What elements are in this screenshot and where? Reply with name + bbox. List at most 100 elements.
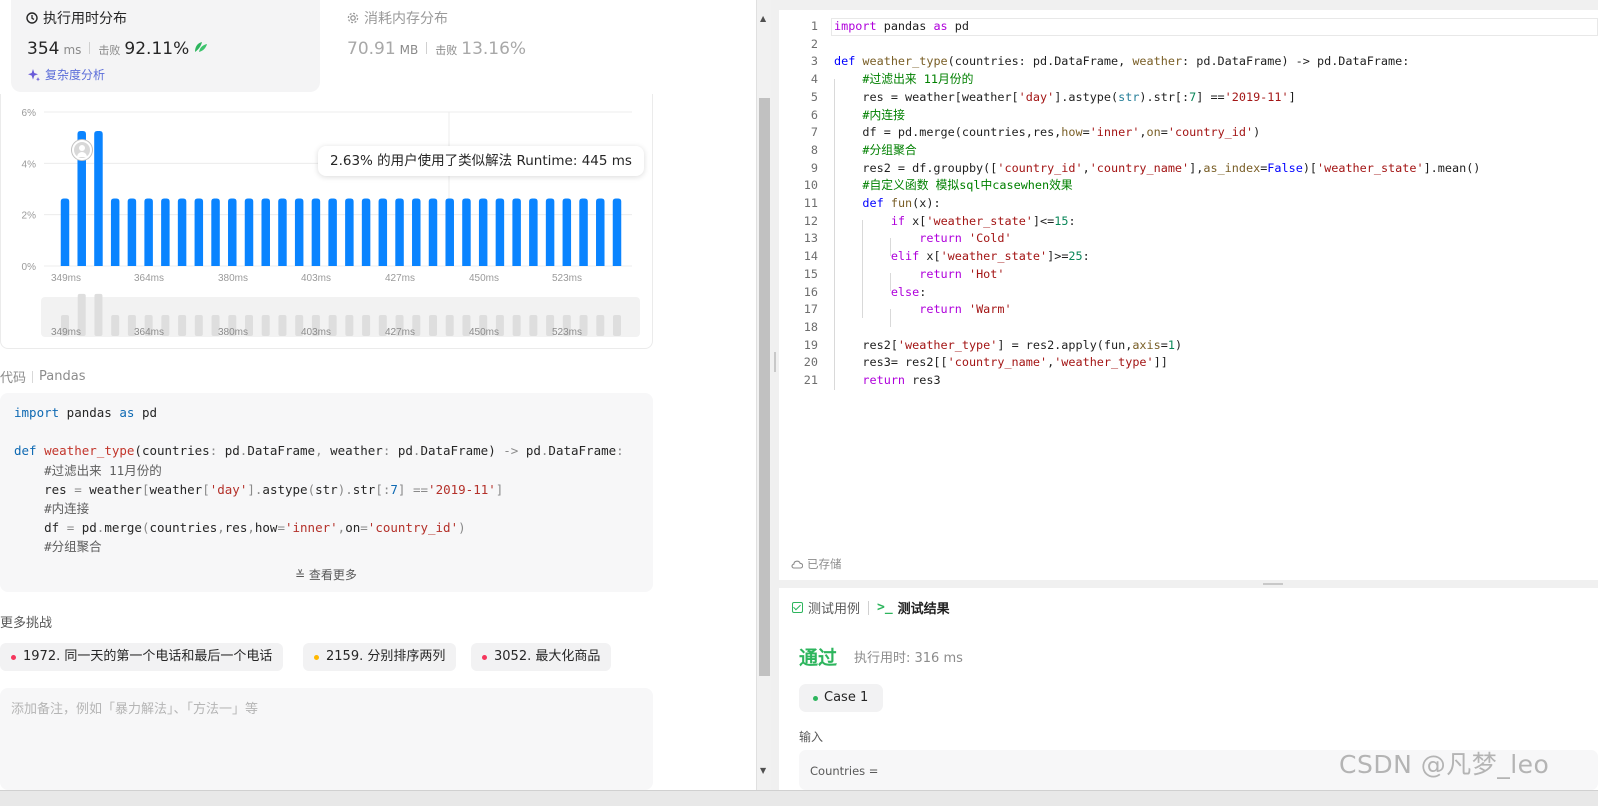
code-language: Pandas — [39, 369, 86, 384]
line-number: 5 — [810, 89, 818, 104]
code-token: 'weather_type' — [897, 337, 998, 352]
line-number: 6 — [810, 107, 818, 122]
editor-line[interactable]: 5 res = weather[weather['day'].astype(st… — [779, 89, 1598, 107]
histogram-bar — [228, 198, 237, 266]
editor-line[interactable]: 3 def weather_type(countries: pd.DataFram… — [779, 53, 1598, 71]
code-token: , — [217, 520, 225, 536]
scroll-down-icon[interactable]: ▼ — [760, 766, 766, 775]
user-avatar-marker — [72, 140, 92, 160]
code-editor[interactable]: 1 import pandas as pd 2 3 def weather_type(c… — [779, 10, 1598, 580]
code-token: res — [14, 481, 75, 497]
complexity-analysis-link[interactable]: 复杂度分析 — [27, 66, 105, 83]
challenge-label: 1972. 同一天的第一个电话和最后一个电话 — [23, 649, 273, 664]
editor-line[interactable]: 21 return res3 — [779, 372, 1598, 390]
code-token: df — [14, 520, 67, 536]
vertical-scrollbar[interactable]: ▲ ▼ — [756, 0, 771, 790]
pass-dot — [813, 695, 818, 701]
histogram-bar — [395, 198, 404, 266]
editor-line[interactable]: 4 #过滤出来 11月份的 — [779, 71, 1598, 89]
editor-line[interactable]: 1 import pandas as pd — [779, 18, 1598, 36]
editor-line[interactable]: 13 return 'Cold' — [779, 230, 1598, 248]
code-header-label: 代码 — [0, 371, 27, 386]
saved-status: 已存储 — [791, 556, 842, 572]
editor-line[interactable]: 9 res2 = df.groupby(['country_id','count… — [779, 160, 1598, 178]
code-token: = — [1082, 125, 1090, 140]
editor-line[interactable]: 8 #分组聚合 — [779, 142, 1598, 160]
memory-unit: MB — [399, 43, 419, 57]
editor-line[interactable]: 11 def fun(x): — [779, 195, 1598, 213]
code-token: 1 — [1167, 337, 1175, 352]
challenge-chip[interactable]: 1972. 同一天的第一个电话和最后一个电话 — [0, 643, 284, 671]
editor-line[interactable]: 2 — [779, 36, 1598, 54]
tab-testcases[interactable]: 测试用例 — [792, 598, 860, 617]
memory-title[interactable]: 消耗内存分布 — [347, 8, 448, 28]
window-bottom-bar — [0, 790, 1598, 806]
challenge-chip[interactable]: 3052. 最大化商品 — [471, 643, 612, 671]
code-line: import pandas as pd — [14, 403, 624, 422]
divider — [89, 42, 91, 54]
histogram-bar — [127, 198, 137, 266]
scrollbar-thumb[interactable] — [759, 98, 770, 676]
code-token: pd — [217, 443, 240, 459]
code-token: #过滤出来 11月份的 — [14, 462, 162, 478]
tab-test-results[interactable]: >_ 测试结果 — [877, 598, 950, 617]
overview-bar — [178, 314, 187, 336]
horizontal-splitter[interactable] — [779, 580, 1598, 588]
overview-tick-label: 380ms — [218, 327, 248, 338]
editor-line[interactable]: 7 df = pd.merge(countries,res,how='inner… — [779, 124, 1598, 142]
runtime-histogram[interactable]: 6% 4% 2% 0% 349ms 364ms 380ms 403ms 427ms 450ms 52… — [0, 98, 653, 343]
code-token: ] — [1288, 89, 1296, 104]
code-token: #内连接 — [14, 501, 90, 516]
editor-line[interactable]: 19 res2['weather_type'] = res2.apply(fun… — [779, 337, 1598, 355]
line-text: import pandas as pd — [834, 18, 969, 36]
panel-splitter[interactable] — [771, 0, 779, 790]
code-token: pd — [74, 520, 97, 536]
overview-bar — [261, 314, 270, 336]
splitter-grip[interactable] — [774, 352, 776, 372]
overview-bar — [362, 314, 371, 336]
overview-bar — [596, 314, 605, 336]
line-number: 14 — [803, 249, 818, 264]
histogram-bar — [545, 198, 555, 266]
line-number: 3 — [810, 54, 818, 69]
code-token: ]. — [247, 481, 263, 497]
code-token: : — [1068, 213, 1076, 228]
editor-line[interactable]: 20 res3= res2[['country_name','weather_t… — [779, 354, 1598, 372]
editor-line[interactable]: 10 #自定义函数 模拟sql中casewhen效果 — [779, 177, 1598, 195]
overview-bar — [194, 314, 203, 336]
overview-bar — [345, 314, 354, 336]
editor-line[interactable]: 18 — [779, 319, 1598, 337]
case-tab[interactable]: Case 1 — [799, 684, 884, 712]
runtime-beats-value: 92.11% — [124, 39, 190, 59]
code-token: weather_type — [44, 443, 135, 459]
y-tick-label: 6% — [22, 108, 37, 119]
editor-line[interactable]: 17 return 'Warm' — [779, 301, 1598, 319]
code-token: [ — [141, 481, 150, 497]
code-token: ].astype( — [1054, 89, 1119, 104]
histogram-bar — [478, 198, 488, 266]
code-token: ] — [397, 481, 413, 497]
editor-line[interactable]: 12 if x['weather_state']<=15: — [779, 213, 1598, 231]
editor-line[interactable]: 16 else: — [779, 284, 1598, 302]
editor-line[interactable]: 6 #内连接 — [779, 107, 1598, 125]
challenge-chip[interactable]: 2159. 分别排序两列 — [303, 643, 457, 671]
code-preview: import pandas as pd def weather_type(coun… — [0, 393, 653, 592]
scroll-up-icon[interactable]: ▲ — [760, 14, 766, 23]
memory-title-label: 消耗内存分布 — [364, 11, 448, 27]
note-input[interactable]: 添加备注，例如「暴力解法」、「方法一」等 — [0, 688, 653, 790]
code-token: 15 — [1054, 213, 1069, 228]
code-token: 'Cold' — [968, 231, 1012, 246]
splitter-grip[interactable] — [1263, 583, 1283, 585]
see-more-button[interactable]: ≚ 查看更多 — [295, 566, 357, 583]
code-token: 'weather_type' — [1054, 355, 1154, 370]
code-token: how — [254, 520, 278, 536]
editor-line[interactable]: 15 return 'Hot' — [779, 266, 1598, 284]
indent-guide — [890, 309, 891, 327]
code-token: #内连接 — [834, 107, 905, 122]
code-token: = — [360, 520, 368, 536]
editor-line[interactable]: 14 elif x['weather_state']>=25: — [779, 248, 1598, 266]
code-token: 'Warm' — [968, 302, 1012, 317]
